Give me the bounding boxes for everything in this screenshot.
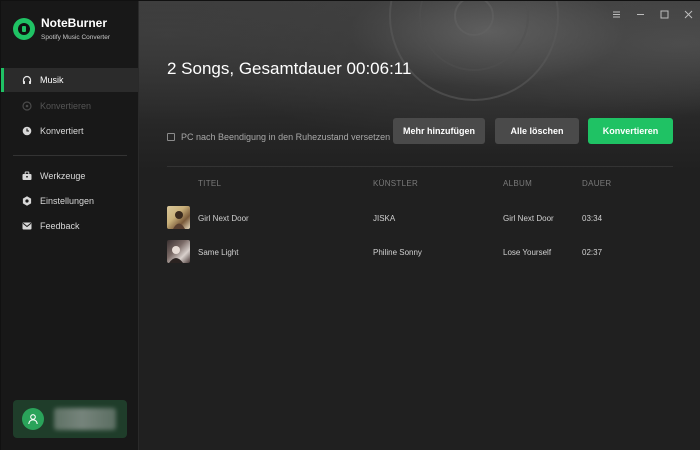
clear-all-button[interactable]: Alle löschen <box>495 118 579 144</box>
album-cover <box>167 206 190 229</box>
song-duration: 02:37 <box>582 248 603 257</box>
song-artist: JISKA <box>373 214 396 223</box>
menu-icon[interactable] <box>611 9 621 19</box>
header-background-image <box>139 1 700 171</box>
column-header-album[interactable]: ALBUM <box>503 179 532 188</box>
column-header-title[interactable]: TITEL <box>198 179 221 188</box>
mail-icon <box>22 221 32 231</box>
add-more-button[interactable]: Mehr hinzufügen <box>393 118 485 144</box>
toolbox-icon <box>22 171 32 181</box>
table-row[interactable]: Girl Next Door JISKA Girl Next Door 03:3… <box>167 205 673 231</box>
user-avatar-icon <box>22 408 44 430</box>
album-cover <box>167 240 190 263</box>
app-subtitle: Spotify Music Converter <box>41 34 110 41</box>
sidebar-item-label: Konvertieren <box>40 101 92 111</box>
user-name-blurred <box>54 408 116 430</box>
song-artist: Philine Sonny <box>373 248 422 257</box>
close-icon[interactable] <box>683 9 693 19</box>
column-header-artist[interactable]: KÜNSTLER <box>373 179 418 188</box>
sidebar-item-feedback[interactable]: Feedback <box>1 214 138 238</box>
user-account-card[interactable] <box>13 400 127 438</box>
minimize-icon[interactable] <box>635 9 645 19</box>
song-title: Girl Next Door <box>198 214 249 223</box>
sleep-option-label: PC nach Beendigung in den Ruhezustand ve… <box>181 132 391 142</box>
convert-button[interactable]: Konvertieren <box>588 118 673 144</box>
noteburner-logo-icon <box>13 18 35 40</box>
table-row[interactable]: Same Light Philine Sonny Lose Yourself 0… <box>167 239 673 265</box>
brand: NoteBurner Spotify Music Converter <box>13 16 110 43</box>
sidebar-item-label: Konvertiert <box>40 126 84 136</box>
sidebar-item-konvertieren[interactable]: Konvertieren <box>1 94 138 118</box>
app-name: NoteBurner <box>41 16 108 30</box>
sidebar-item-einstellungen[interactable]: Einstellungen <box>1 189 138 213</box>
song-album: Girl Next Door <box>503 214 554 223</box>
sidebar-divider <box>13 155 127 156</box>
song-title: Same Light <box>198 248 239 257</box>
sleep-after-conversion-option[interactable]: PC nach Beendigung in den Ruhezustand ve… <box>167 132 390 142</box>
sidebar-item-label: Musik <box>40 75 64 85</box>
sidebar-item-label: Einstellungen <box>40 196 95 206</box>
main-panel: 2 Songs, Gesamtdauer 00:06:11 PC nach Be… <box>139 1 700 450</box>
song-album: Lose Yourself <box>503 248 552 257</box>
sidebar-item-konvertiert[interactable]: Konvertiert <box>1 119 138 143</box>
gear-icon <box>22 196 32 206</box>
window-controls <box>611 9 693 19</box>
headphones-icon <box>22 75 32 85</box>
app-window: NoteBurner Spotify Music Converter Musik… <box>0 0 700 450</box>
clock-icon <box>22 126 32 136</box>
page-title: 2 Songs, Gesamtdauer 00:06:11 <box>167 59 412 78</box>
sleep-checkbox[interactable] <box>167 133 175 141</box>
sidebar-item-musik[interactable]: Musik <box>1 68 138 92</box>
column-header-duration[interactable]: DAUER <box>582 179 612 188</box>
sidebar-item-label: Feedback <box>40 221 80 231</box>
song-duration: 03:34 <box>582 214 603 223</box>
header-divider <box>167 166 673 167</box>
maximize-icon[interactable] <box>659 9 669 19</box>
convert-icon <box>22 101 32 111</box>
sidebar-item-label: Werkzeuge <box>40 171 86 181</box>
sidebar-item-werkzeuge[interactable]: Werkzeuge <box>1 164 138 188</box>
sidebar: NoteBurner Spotify Music Converter Musik… <box>1 1 139 450</box>
